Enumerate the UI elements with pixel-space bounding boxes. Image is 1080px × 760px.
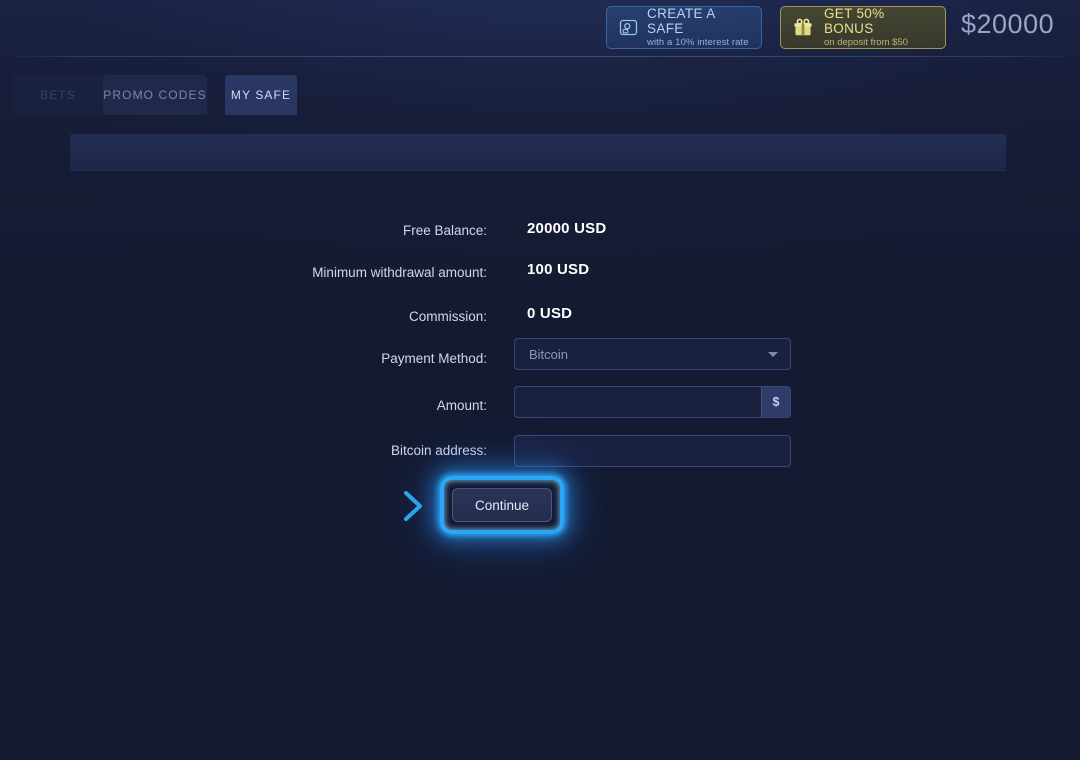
minimum-withdrawal-value: 100 USD [527, 261, 590, 278]
panel-header-band [70, 134, 1006, 170]
safe-icon [619, 18, 638, 37]
chevron-down-icon [768, 352, 778, 357]
create-a-safe-title: CREATE A SAFE [647, 6, 715, 37]
account-balance: $20000 [961, 9, 1055, 39]
minimum-withdrawal-label: Minimum withdrawal amount: [312, 265, 487, 280]
get-bonus-subtitle: on deposit from $50 [824, 37, 908, 49]
payment-method-selected-value: Bitcoin [529, 346, 569, 362]
commission-value: 0 USD [527, 305, 573, 322]
free-balance-label: Free Balance: [402, 223, 487, 238]
bitcoin-address-input[interactable] [515, 436, 790, 466]
panel-header-underline [70, 170, 1006, 171]
amount-currency-suffix: $ [761, 387, 790, 417]
free-balance-value: 20000 USD [527, 220, 607, 237]
tab-bets[interactable]: BETS [12, 75, 104, 115]
amount-label: Amount: [436, 398, 487, 413]
amount-field-wrapper: $ [514, 386, 791, 418]
tab-my-safe[interactable]: MY SAFE [225, 75, 297, 115]
get-bonus-button[interactable]: GET 50% BONUS on deposit from $50 [780, 6, 946, 49]
page-root: CREATE A SAFE with a 10% interest rate G… [0, 0, 1080, 760]
create-a-safe-button[interactable]: CREATE A SAFE with a 10% interest rate [606, 6, 762, 49]
amount-input[interactable] [515, 387, 790, 417]
payment-method-select[interactable]: Bitcoin [514, 338, 791, 370]
pointer-chevron-icon [398, 489, 428, 523]
bitcoin-address-field-wrapper [514, 435, 791, 467]
payment-method-label: Payment Method: [381, 351, 487, 366]
continue-button[interactable]: Continue [452, 488, 552, 522]
header-divider [0, 56, 1080, 57]
commission-label: Commission: [408, 309, 487, 324]
gift-icon [793, 18, 813, 38]
continue-button-wrapper: Continue [440, 476, 564, 534]
get-bonus-title: GET 50% BONUS [824, 6, 885, 37]
bitcoin-address-label: Bitcoin address: [390, 443, 487, 458]
create-a-safe-subtitle: with a 10% interest rate [647, 37, 749, 49]
tab-promo-codes[interactable]: PROMO CODES [103, 75, 207, 115]
